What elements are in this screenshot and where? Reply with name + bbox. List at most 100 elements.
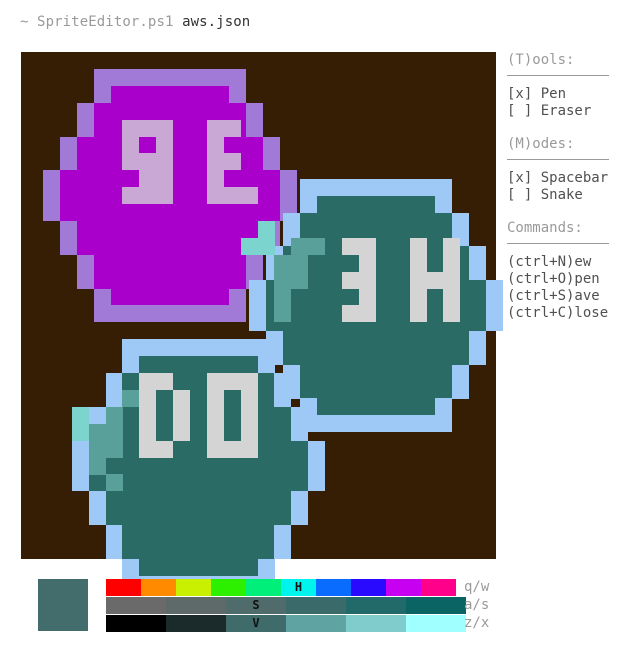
sprite-pixel: [401, 365, 418, 382]
sprite-pixel: [317, 415, 334, 432]
sprite-pixel: [258, 238, 275, 255]
sprite-pixel: [241, 407, 258, 424]
sprite-pixel: [207, 339, 224, 356]
palette-swatch[interactable]: [286, 597, 346, 614]
sprite-pixel: [263, 170, 280, 187]
tool-pen[interactable]: [x] Pen: [507, 86, 619, 103]
mode-snake[interactable]: [ ] Snake: [507, 187, 619, 204]
side-panel: (T)ools: [x] Pen [ ] Eraser (M)odes: [x]…: [507, 52, 619, 322]
sprite-pixel: [224, 474, 241, 491]
palette-swatch[interactable]: [166, 597, 226, 614]
sprite-pixel: [224, 153, 241, 170]
sprite-pixel: [300, 179, 317, 196]
sprite-pixel: [317, 314, 334, 331]
sprite-pixel: [178, 103, 195, 120]
sprite-pixel: [190, 508, 207, 525]
sprite-pixel: [367, 196, 384, 213]
palette-swatch[interactable]: [246, 579, 281, 596]
sprite-pixel: [173, 542, 190, 559]
palette-swatch[interactable]: [176, 579, 211, 596]
sprite-pixel: [94, 120, 111, 137]
sprite-pixel: [178, 137, 195, 154]
sprite-pixel: [291, 508, 308, 525]
sprite-pixel: [111, 255, 128, 272]
sprite-pixel: [156, 390, 173, 407]
sprite-pixel: [334, 331, 351, 348]
palette-swatch[interactable]: [421, 579, 456, 596]
sprite-pixel: [207, 542, 224, 559]
sprite-pixel: [139, 542, 156, 559]
sprite-pixel: [207, 187, 224, 204]
palette-swatch[interactable]: [346, 615, 406, 632]
palette-swatch[interactable]: [211, 579, 246, 596]
sprite-pixel: [308, 458, 325, 475]
sprite-pixel: [173, 441, 190, 458]
command-open[interactable]: (ctrl+O)pen: [507, 271, 619, 288]
sprite-pixel: [418, 382, 435, 399]
sprite-pixel: [342, 305, 359, 322]
sprite-pixel: [274, 441, 291, 458]
command-new[interactable]: (ctrl+N)ew: [507, 254, 619, 271]
sprite-pixel: [207, 474, 224, 491]
sprite-pixel: [452, 382, 469, 399]
sprite-pixel: [291, 407, 308, 424]
tool-eraser[interactable]: [ ] Eraser: [507, 103, 619, 120]
sprite-pixel: [229, 170, 246, 187]
palette-swatch[interactable]: [346, 597, 406, 614]
palette-swatch[interactable]: S: [226, 597, 286, 614]
sprite-pixel: [367, 365, 384, 382]
palette-swatch[interactable]: [406, 597, 466, 614]
palette-swatch[interactable]: V: [226, 615, 286, 632]
sprite-pixel: [60, 204, 77, 221]
palette-swatch[interactable]: [286, 615, 346, 632]
sprite-pixel: [342, 272, 359, 289]
palette-swatch[interactable]: [141, 579, 176, 596]
command-save[interactable]: (ctrl+S)ave: [507, 288, 619, 305]
sprite-pixel: [127, 103, 144, 120]
sprite-pixel: [308, 238, 325, 255]
sprite-pixel: [94, 255, 111, 272]
sprite-pixel: [241, 373, 258, 390]
sprite-pixel: [224, 424, 241, 441]
sprite-pixel: [156, 187, 173, 204]
sprite-pixel: [77, 255, 94, 272]
palette-swatch[interactable]: [316, 579, 351, 596]
palette-swatch[interactable]: H: [281, 579, 316, 596]
sprite-pixel: [161, 86, 178, 103]
sprite-pixel: [207, 525, 224, 542]
sprite-pixel: [106, 458, 123, 475]
sprite-pixel: [435, 398, 452, 415]
sprite-pixel: [469, 280, 486, 297]
sprite-pixel: [258, 441, 275, 458]
sprite-pixel: [195, 204, 212, 221]
sprite-pixel: [384, 382, 401, 399]
sprite-pixel: [258, 221, 275, 238]
sprite-pixel: [144, 255, 161, 272]
palette-swatch[interactable]: [406, 615, 466, 632]
palette-swatch[interactable]: [106, 615, 166, 632]
palette-swatch[interactable]: [386, 579, 421, 596]
palette-swatch[interactable]: [106, 597, 166, 614]
sprite-pixel: [139, 187, 156, 204]
command-close[interactable]: (ctrl+C)lose: [507, 305, 619, 322]
sprite-pixel: [452, 365, 469, 382]
sprite-pixel: [212, 86, 229, 103]
sprite-pixel: [224, 559, 241, 576]
sprite-pixel: [139, 407, 156, 424]
sprite-pixel: [139, 153, 156, 170]
sprite-pixel: [418, 415, 435, 432]
sprite-pixel: [212, 69, 229, 86]
sprite-pixel: [207, 390, 224, 407]
palette-swatch[interactable]: [351, 579, 386, 596]
palette-swatch[interactable]: [166, 615, 226, 632]
sprite-pixel: [207, 458, 224, 475]
mode-spacebar[interactable]: [x] Spacebar: [507, 170, 619, 187]
sprite-canvas[interactable]: [21, 52, 503, 593]
sprite-pixel: [173, 508, 190, 525]
sprite-pixel: [263, 137, 280, 154]
sprite-pixel: [263, 153, 280, 170]
palette-swatch[interactable]: [106, 579, 141, 596]
sprite-pixel: [122, 339, 139, 356]
sprite-pixel: [195, 238, 212, 255]
sprite-pixel: [60, 221, 77, 238]
